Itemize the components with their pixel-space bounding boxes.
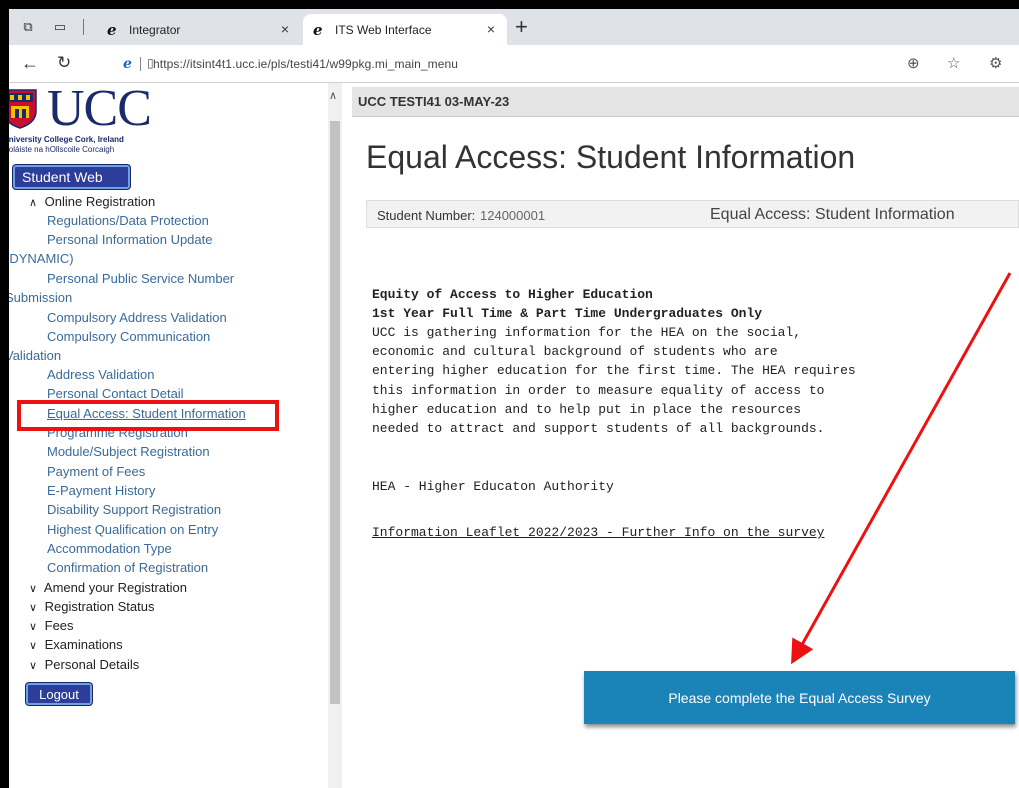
tab-close-button[interactable]: × bbox=[281, 21, 289, 37]
url-separator bbox=[140, 57, 141, 71]
chevron-up-icon: ∧ bbox=[29, 197, 38, 209]
nav-link-ppsn-cont[interactable]: Submission bbox=[9, 289, 72, 307]
section-registration-status[interactable]: ∨ Registration Status bbox=[29, 598, 154, 617]
info-bar-title: Equal Access: Student Information bbox=[710, 206, 955, 223]
back-button[interactable]: ← bbox=[21, 53, 39, 74]
student-number-value: 124000001 bbox=[480, 208, 546, 223]
nav-link-personal-information-update[interactable]: Personal Information Update bbox=[47, 231, 212, 249]
section-label: Examinations bbox=[44, 637, 123, 652]
section-label: Registration Status bbox=[44, 599, 155, 614]
chevron-down-icon: ∨ bbox=[29, 621, 38, 633]
ucc-subtitle-irish: Coláiste na hOllscoile Corcaigh bbox=[9, 145, 115, 154]
hea-definition: HEA - Higher Educaton Authority bbox=[372, 479, 614, 494]
information-leaflet-link[interactable]: Information Leaflet 2022/2023 - Further … bbox=[372, 523, 824, 542]
main-content: UCC TESTI41 03-MAY-23 Equal Access: Stud… bbox=[342, 83, 1019, 788]
body-line: needed to attract and support students o… bbox=[372, 421, 825, 436]
tab-bar: ⧉ ▭ e Integrator × e ITS Web Interface ×… bbox=[9, 9, 1019, 45]
ie-mode-icon: e bbox=[107, 20, 117, 39]
nav-link-accommodation-type[interactable]: Accommodation Type bbox=[47, 540, 172, 558]
student-info-bar: Student Number: 124000001 Equal Access: … bbox=[366, 200, 1019, 228]
new-tab-button[interactable]: + bbox=[515, 14, 528, 40]
tab-integrator[interactable]: e Integrator × bbox=[97, 14, 301, 45]
chevron-down-icon: ∨ bbox=[29, 602, 38, 614]
section-label: Online Registration bbox=[44, 194, 156, 209]
section-label: Fees bbox=[44, 618, 74, 633]
tab-separator bbox=[83, 19, 84, 35]
url-field[interactable]: e ▯ https://itsint4t1.ucc.ie/pls/testi41… bbox=[105, 51, 1019, 77]
section-online-registration[interactable]: ∧ Online Registration bbox=[29, 193, 155, 212]
chevron-down-icon: ∨ bbox=[29, 583, 38, 595]
sidebar: UCC University College Cork, Ireland Col… bbox=[9, 83, 328, 788]
nav-link-compulsory-communication-cont[interactable]: Validation bbox=[9, 347, 61, 365]
heading-equity-of-access: Equity of Access to Higher Education bbox=[372, 287, 653, 302]
body-line: higher education and to help put in plac… bbox=[372, 402, 802, 417]
favorite-star-icon[interactable]: ☆ bbox=[947, 54, 960, 72]
nav-link-personal-information-update-cont[interactable]: (DYNAMIC) bbox=[9, 250, 74, 268]
chevron-down-icon: ∨ bbox=[29, 660, 38, 672]
body-line: UCC is gathering information for the HEA… bbox=[372, 325, 802, 340]
logout-button[interactable]: Logout bbox=[26, 683, 92, 705]
browser-window: ⧉ ▭ e Integrator × e ITS Web Interface ×… bbox=[9, 9, 1019, 788]
workspaces-icon[interactable]: ⧉ bbox=[19, 18, 37, 36]
tab-its-web-interface[interactable]: e ITS Web Interface × bbox=[303, 14, 507, 45]
chevron-down-icon: ∨ bbox=[29, 640, 38, 652]
section-label: Personal Details bbox=[44, 657, 140, 672]
nav-link-payment-of-fees[interactable]: Payment of Fees bbox=[47, 463, 145, 481]
address-bar: ← ↻ e ▯ https://itsint4t1.ucc.ie/pls/tes… bbox=[9, 45, 1019, 83]
nav-link-address-validation[interactable]: Address Validation bbox=[47, 366, 154, 384]
extensions-icon[interactable]: ⚙ bbox=[989, 54, 1002, 72]
nav-link-module-registration[interactable]: Module/Subject Registration bbox=[47, 443, 210, 461]
tab-label: Integrator bbox=[129, 22, 181, 37]
nav-link-compulsory-communication[interactable]: Compulsory Communication bbox=[47, 328, 210, 346]
annotation-highlight-box bbox=[17, 400, 279, 431]
section-amend-registration[interactable]: ∨ Amend your Registration bbox=[29, 579, 187, 598]
body-line: this information in order to measure equ… bbox=[372, 383, 825, 398]
section-examinations[interactable]: ∨ Examinations bbox=[29, 636, 123, 655]
scroll-up-icon[interactable]: ∧ bbox=[329, 89, 337, 102]
zoom-icon[interactable]: ⊕ bbox=[907, 54, 920, 72]
equal-access-survey-button[interactable]: Please complete the Equal Access Survey bbox=[584, 671, 1015, 724]
student-web-button[interactable]: Student Web bbox=[13, 165, 130, 189]
ie-mode-icon: e bbox=[123, 56, 132, 72]
section-label: Amend your Registration bbox=[43, 580, 187, 595]
nav-link-compulsory-address-validation[interactable]: Compulsory Address Validation bbox=[47, 309, 227, 327]
refresh-button[interactable]: ↻ bbox=[57, 53, 71, 73]
tab-close-button[interactable]: × bbox=[487, 21, 495, 37]
nav-link-disability-support[interactable]: Disability Support Registration bbox=[47, 501, 221, 519]
ie-mode-icon: e bbox=[313, 20, 323, 39]
ucc-logo: UCC University College Cork, Ireland Col… bbox=[9, 83, 203, 159]
nav-link-highest-qualification[interactable]: Highest Qualification on Entry bbox=[47, 521, 218, 539]
body-line: economic and cultural background of stud… bbox=[372, 344, 778, 359]
ucc-subtitle-english: University College Cork, Ireland bbox=[9, 135, 124, 144]
student-number-label: Student Number: bbox=[377, 208, 476, 223]
url-text[interactable]: https://itsint4t1.ucc.ie/pls/testi41/w99… bbox=[153, 57, 458, 71]
nav-link-regulations[interactable]: Regulations/Data Protection bbox=[47, 212, 209, 230]
session-header: UCC TESTI41 03-MAY-23 bbox=[352, 87, 1019, 117]
tab-label: ITS Web Interface bbox=[335, 22, 432, 37]
section-personal-details[interactable]: ∨ Personal Details bbox=[29, 656, 139, 675]
body-line: entering higher education for the first … bbox=[372, 363, 856, 378]
page-title: Equal Access: Student Information bbox=[366, 139, 856, 175]
session-header-text: UCC TESTI41 03-MAY-23 bbox=[358, 94, 510, 109]
nav-link-ppsn[interactable]: Personal Public Service Number bbox=[47, 270, 234, 288]
nav-link-confirmation[interactable]: Confirmation of Registration bbox=[47, 559, 208, 577]
ucc-crest-icon bbox=[9, 89, 37, 129]
heading-first-year: 1st Year Full Time & Part Time Undergrad… bbox=[372, 306, 763, 321]
tab-actions-icon[interactable]: ▭ bbox=[51, 18, 69, 36]
scrollbar-thumb[interactable] bbox=[330, 121, 340, 704]
sidebar-scrollbar[interactable]: ∧ bbox=[328, 83, 342, 788]
section-fees[interactable]: ∨ Fees bbox=[29, 617, 74, 636]
ucc-wordmark: UCC bbox=[47, 83, 152, 137]
document-icon[interactable]: ▯ bbox=[147, 56, 154, 70]
nav-link-e-payment-history[interactable]: E-Payment History bbox=[47, 482, 155, 500]
